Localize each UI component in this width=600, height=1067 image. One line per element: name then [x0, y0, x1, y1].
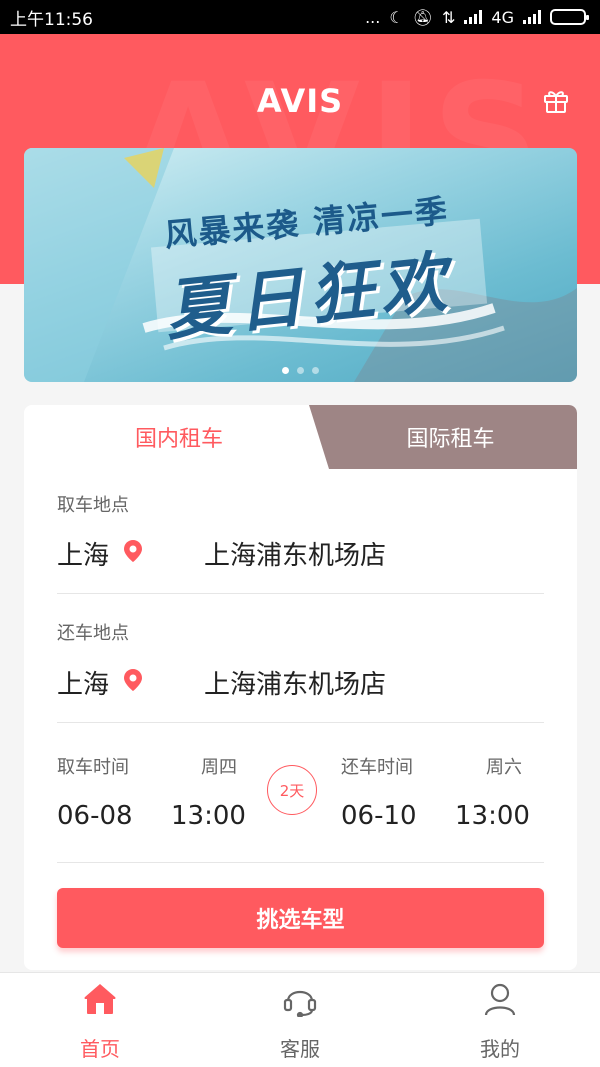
pagination-dot[interactable] [312, 367, 319, 374]
gift-icon[interactable] [542, 86, 570, 114]
nav-service[interactable]: 客服 [200, 973, 400, 1067]
pickup-location-label: 取车地点 [57, 495, 129, 516]
nav-home-label: 首页 [80, 1037, 120, 1061]
tab-international-rental[interactable]: 国际租车 [324, 405, 577, 469]
signal-icon-2 [523, 10, 541, 24]
return-weekday: 周六 [486, 757, 522, 778]
nav-profile-label: 我的 [480, 1037, 520, 1061]
battery-icon [550, 9, 589, 25]
moon-icon: ☾ [389, 7, 404, 27]
divider [57, 722, 544, 723]
banner-pagination [24, 367, 577, 374]
app-title: AVIS [256, 82, 344, 120]
promo-banner[interactable]: 风暴来袭 清凉一季 夏日狂欢 [24, 148, 577, 382]
network-type: 4G [491, 7, 514, 27]
choose-car-button[interactable]: 挑选车型 [57, 888, 544, 948]
return-store[interactable]: 上海浦东机场店 [204, 664, 386, 701]
more-dots-icon: ... [365, 7, 381, 27]
nav-profile[interactable]: 我的 [400, 973, 600, 1067]
home-icon [84, 984, 116, 1014]
status-icons: ... ☾ 🔕︎ ⇅ 4G [365, 7, 589, 27]
booking-card: 国内租车 国际租车 取车地点 上海 上海浦东机场店 还车地点 上海 上海浦东机场… [24, 405, 577, 970]
pickup-date[interactable]: 06-08 [57, 801, 133, 831]
data-transfer-icon: ⇅ [442, 7, 456, 27]
rental-duration-badge: 2天 [267, 765, 317, 815]
bottom-navigation: 首页 客服 我的 [0, 972, 600, 1067]
return-time[interactable]: 13:00 [455, 801, 530, 831]
location-pin-icon [124, 669, 142, 691]
nav-home[interactable]: 首页 [0, 973, 200, 1067]
return-city[interactable]: 上海 [57, 664, 109, 701]
signal-icon [464, 10, 483, 24]
pagination-dot[interactable] [297, 367, 304, 374]
pickup-time[interactable]: 13:00 [171, 801, 246, 831]
headset-icon [283, 990, 317, 1017]
nav-service-label: 客服 [280, 1037, 320, 1061]
location-pin-icon [124, 540, 142, 562]
divider [57, 593, 544, 594]
pickup-weekday: 周四 [201, 757, 237, 778]
mute-icon: 🔕︎ [412, 7, 434, 27]
divider [57, 862, 544, 863]
pagination-dot[interactable] [282, 367, 289, 374]
status-time: 上午11:56 [10, 9, 93, 30]
return-location-label: 还车地点 [57, 623, 129, 644]
user-icon [484, 983, 516, 1016]
tab-domestic-rental[interactable]: 国内租车 [24, 405, 334, 469]
pickup-store[interactable]: 上海浦东机场店 [204, 535, 386, 572]
return-time-label: 还车时间 [341, 757, 413, 778]
pickup-city[interactable]: 上海 [57, 535, 109, 572]
return-date[interactable]: 06-10 [341, 801, 417, 831]
pickup-time-label: 取车时间 [57, 757, 129, 778]
status-bar: 上午11:56 ... ☾ 🔕︎ ⇅ 4G [0, 0, 600, 34]
